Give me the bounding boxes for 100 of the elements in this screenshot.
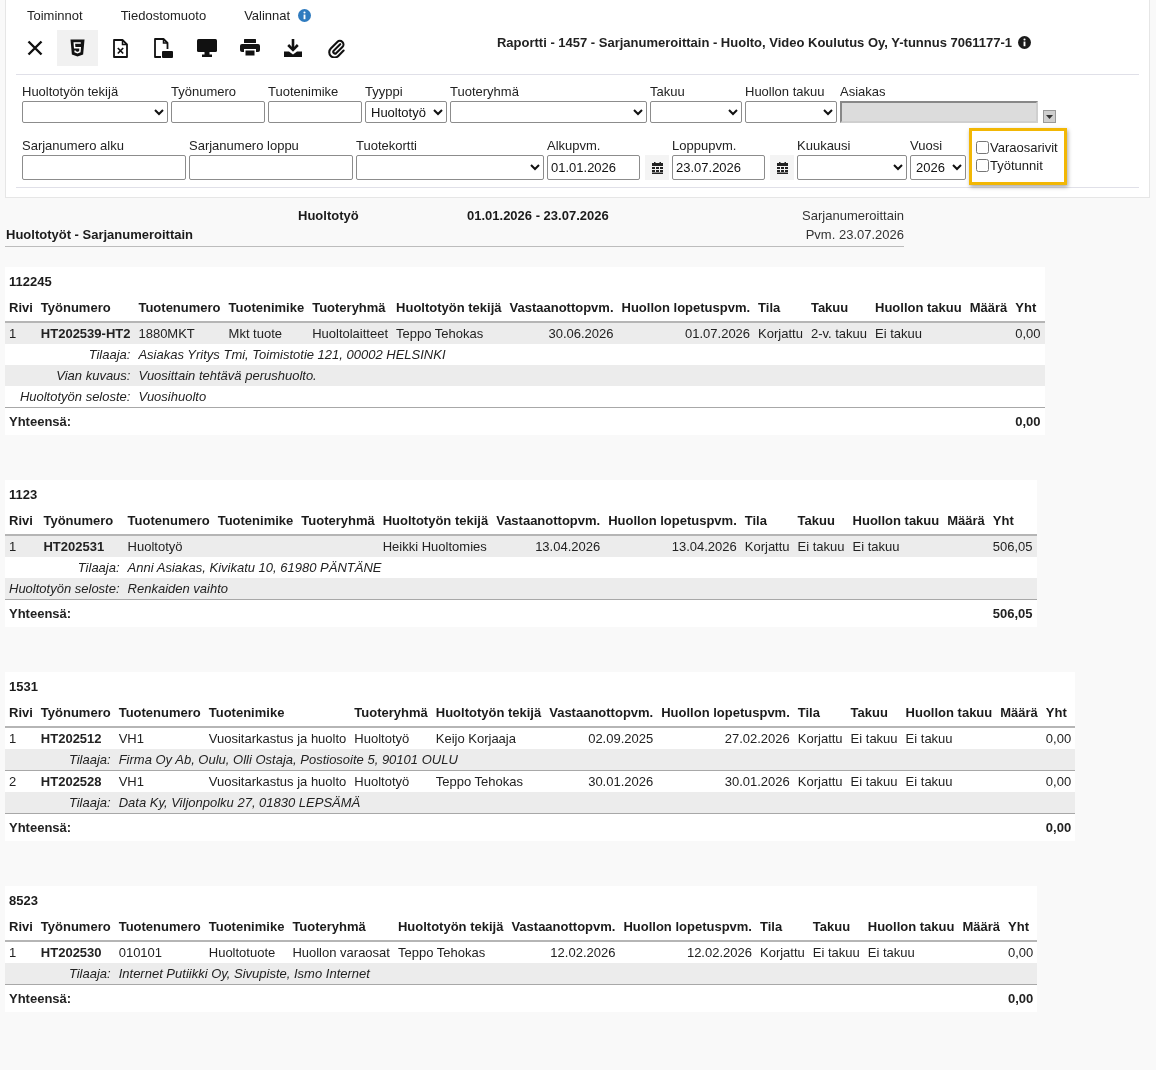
column-header: Vastaanottopvm. [507, 913, 620, 941]
column-header: Huollon takuu [901, 699, 997, 727]
column-header: Työnumero [36, 913, 115, 941]
group-title: 112245 [8, 273, 53, 291]
table-cell: Teppo Tehokas [392, 322, 506, 344]
text-field[interactable] [22, 155, 186, 180]
calendar-icon [651, 161, 663, 174]
column-header: Tuotenimike [204, 913, 289, 941]
column-header: Huoltotyön tekijä [393, 913, 508, 941]
table-cell: Korjattu [754, 322, 807, 344]
column-header: Huollon takuu [863, 913, 959, 941]
table-cell: 30.06.2026 [505, 322, 618, 344]
table-cell: 1 [5, 322, 37, 344]
table-cell: Ei takuu [793, 535, 849, 557]
dropdown-field[interactable]: 2026 [910, 155, 966, 180]
column-header: Tuoteryhmä [288, 913, 394, 941]
table-cell: 13.04.2026 [604, 535, 741, 557]
date-field[interactable]: 23.07.2026 [672, 155, 765, 180]
detail-value: Data Ky, Viljonpolku 27, 01830 LEPSÄMÄ [114, 792, 1076, 814]
dropdown-field[interactable] [797, 155, 907, 180]
group-title: 1531 [8, 678, 39, 696]
total-label: Yhteensä: [5, 984, 1005, 1012]
checkbox[interactable] [976, 141, 989, 154]
column-header: Rivi [5, 913, 37, 941]
column-header: Huollon lopetuspvm. [619, 913, 756, 941]
column-header: Määrä [996, 699, 1042, 727]
table-cell: Ei takuu [848, 535, 944, 557]
menu-item[interactable]: Toiminnot [27, 7, 83, 23]
date-field[interactable]: 01.01.2026 [547, 155, 640, 180]
column-header: Vastaanottopvm. [545, 699, 658, 727]
column-header: Tuotenumero [114, 913, 205, 941]
field-label: Tuoteryhmä [450, 83, 520, 100]
monitor-icon [196, 39, 217, 57]
text-field[interactable] [189, 155, 353, 180]
file-x-icon [113, 38, 128, 58]
report-title: Raportti - 1457 - Sarjanumeroittain - Huolto, Video Koulutus Oy, Y-tunnus 7061177-1 [496, 35, 1012, 50]
field-label: Sarjanumero alku [22, 137, 125, 154]
column-header: Huoltotyön tekijä [431, 699, 546, 727]
column-header: Määrä [958, 913, 1005, 941]
dropdown-field[interactable] [745, 101, 837, 123]
table-cell: Korjattu [740, 535, 794, 557]
calendar-button[interactable] [645, 155, 669, 180]
checkbox-label[interactable]: Työtunnit [990, 156, 1043, 175]
paperclip-icon [326, 38, 345, 58]
group-title: 8523 [8, 892, 39, 910]
checkbox-label[interactable]: Varaosarivit [990, 138, 1058, 157]
column-header: Takuu [846, 699, 902, 727]
dropdown-field[interactable]: Huoltotyö [365, 101, 447, 123]
column-header: Tila [793, 699, 847, 727]
calendar-button[interactable] [770, 155, 794, 180]
menu-item[interactable]: Tiedostomuoto [120, 7, 207, 23]
field-label: Huoltotyön tekijä [22, 83, 120, 100]
dropdown-field[interactable] [650, 101, 742, 123]
toolbar-button[interactable] [57, 30, 98, 66]
detail-label: Huoltotyön seloste: [5, 386, 135, 408]
info-icon[interactable] [1018, 36, 1031, 49]
field-label: Sarjanumero loppu [189, 137, 300, 154]
table-cell: 13.04.2026 [492, 535, 605, 557]
table-cell: 2-v. takuu [806, 322, 872, 344]
lookup-field[interactable] [840, 101, 1038, 123]
column-header: Takuu [808, 913, 864, 941]
dropdown-button[interactable] [1043, 110, 1056, 123]
close-icon [26, 40, 43, 56]
total-value: 0,00 [1041, 813, 1076, 841]
column-header: Tila [756, 913, 809, 941]
text-field[interactable] [268, 101, 362, 123]
detail-value: Asiakas Yritys Tmi, Toimistotie 121, 00002 HELSINKI [134, 344, 1045, 365]
calendar-icon [776, 161, 788, 174]
text-field[interactable] [171, 101, 265, 123]
dropdown-field[interactable] [356, 155, 544, 180]
caret-icon [1046, 114, 1053, 119]
total-value: 0,00 [1004, 984, 1038, 1012]
detail-label: Vian kuvaus: [5, 365, 135, 386]
field-label: Tuotenimike [268, 83, 340, 100]
table-cell: Huoltotyö [123, 535, 214, 557]
column-header: Työnumero [36, 699, 115, 727]
report-type: Huoltotyö [298, 208, 360, 223]
dropdown-field[interactable] [450, 101, 647, 123]
table-cell: 1 [5, 535, 40, 557]
dropdown-field[interactable] [22, 101, 168, 123]
field-label: Huollon takuu [745, 83, 826, 100]
detail-label: Huoltotyön seloste: [5, 578, 124, 600]
checkbox[interactable] [976, 159, 989, 172]
detail-value: Anni Asiakas, Kivikatu 10, 61980 PÄNTÄNE [123, 557, 1037, 578]
field-label: Loppupvm. [672, 137, 738, 154]
download-icon [283, 39, 302, 57]
menu-item[interactable]: Valinnat [244, 7, 291, 23]
column-header: Yht [1004, 913, 1038, 941]
file-tag-icon [154, 38, 173, 58]
report-grouping: Sarjanumeroittain [802, 208, 904, 223]
table-cell: HT202539-HT2 [36, 322, 135, 344]
column-header: Tuoteryhmä [350, 699, 432, 727]
column-header: Rivi [5, 699, 37, 727]
field-label: Alkupvm. [547, 137, 602, 154]
total-label: Yhteensä: [5, 599, 989, 627]
column-header: Tuotenumero [114, 699, 205, 727]
detail-value: Internet Putiikki Oy, Sivupiste, Ismo Internet [114, 963, 1038, 985]
detail-value: Vuosihuolto [134, 386, 1045, 408]
field-label: Kuukausi [797, 137, 852, 154]
table-cell: 1880MKT [134, 322, 225, 344]
